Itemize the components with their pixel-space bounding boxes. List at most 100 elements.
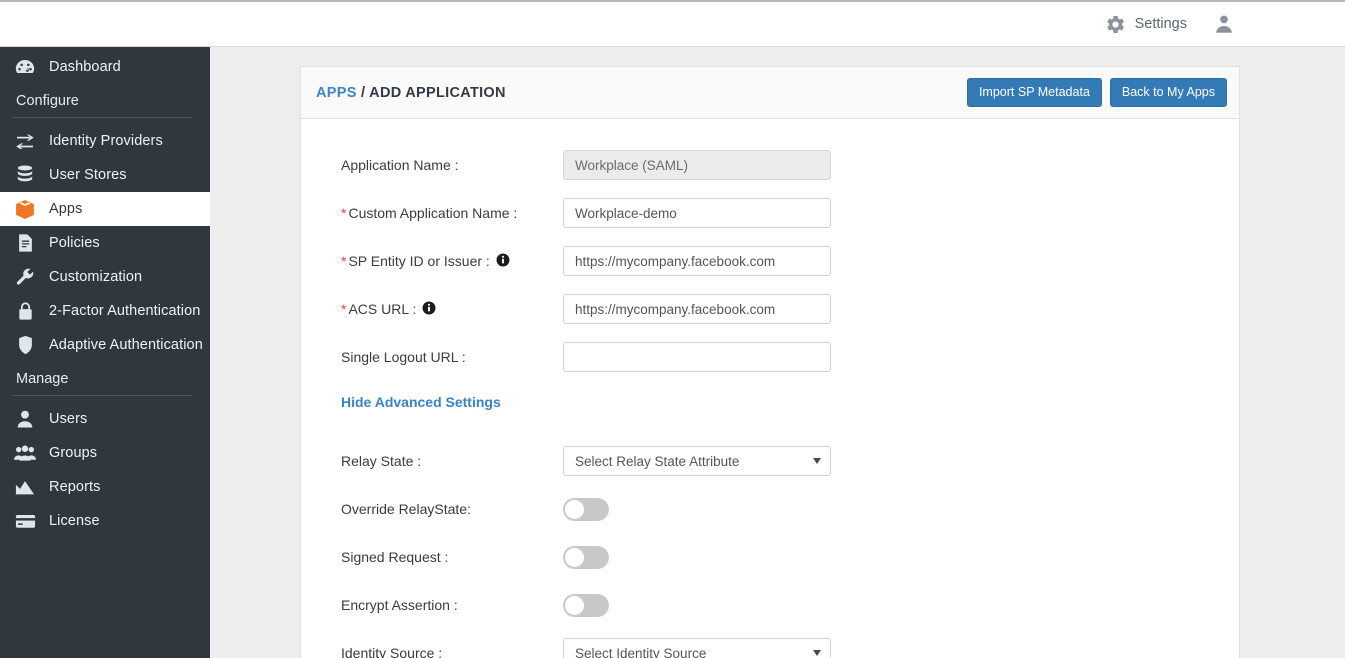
- label-encrypt-assertion: Encrypt Assertion :: [341, 597, 563, 613]
- custom-application-name-label-text: Custom Application Name :: [348, 205, 517, 221]
- sidebar-item-dashboard[interactable]: Dashboard: [0, 50, 210, 84]
- sidebar-divider-manage: [12, 395, 192, 396]
- sidebar-item-reports[interactable]: Reports: [0, 470, 210, 504]
- settings-button[interactable]: Settings: [1105, 14, 1187, 35]
- form-row-custom-application-name: * Custom Application Name :: [301, 189, 1239, 237]
- breadcrumb-apps-link[interactable]: APPS: [316, 85, 357, 101]
- sidebar-item-label: Customization: [49, 269, 142, 285]
- lock-icon: [14, 301, 36, 321]
- sidebar-item-groups[interactable]: Groups: [0, 436, 210, 470]
- sidebar-item-label: Adaptive Authentication: [49, 337, 203, 353]
- add-application-panel: APPS / ADD APPLICATION Import SP Metadat…: [300, 66, 1240, 658]
- page-root: Settings Dashboard Configure: [0, 0, 1345, 658]
- settings-label: Settings: [1135, 16, 1187, 32]
- identity-source-label-text: Identity Source :: [341, 645, 442, 658]
- sp-entity-id-label-text: SP Entity ID or Issuer :: [348, 253, 489, 269]
- header-actions: Settings: [1105, 13, 1345, 35]
- hide-advanced-settings-link[interactable]: Hide Advanced Settings: [341, 394, 501, 410]
- sidebar-item-label: Users: [49, 411, 87, 427]
- gear-icon: [1105, 14, 1126, 35]
- sidebar-item-label: License: [49, 513, 100, 529]
- breadcrumb: APPS / ADD APPLICATION: [316, 85, 506, 101]
- sidebar-divider-configure: [12, 117, 192, 118]
- sidebar-item-label: Groups: [49, 445, 97, 461]
- sidebar-item-customization[interactable]: Customization: [0, 260, 210, 294]
- control-single-logout-url: [563, 342, 831, 372]
- label-acs-url: * ACS URL :: [341, 301, 563, 318]
- toggle-knob: [565, 500, 584, 519]
- form-spacer: [301, 423, 1239, 437]
- control-application-name: [563, 150, 831, 180]
- sidebar-item-user-stores[interactable]: User Stores: [0, 158, 210, 192]
- identity-source-selected-value: Select Identity Source: [575, 646, 706, 658]
- breadcrumb-separator: /: [361, 85, 365, 101]
- info-icon[interactable]: [422, 301, 436, 318]
- chart-icon: [14, 477, 36, 497]
- sidebar-item-label: Policies: [49, 235, 100, 251]
- control-signed-request: [563, 546, 831, 569]
- control-override-relaystate: [563, 498, 831, 521]
- single-logout-url-input[interactable]: [563, 342, 831, 372]
- form-row-single-logout-url: Single Logout URL :: [301, 333, 1239, 381]
- acs-url-input[interactable]: [563, 294, 831, 324]
- required-asterisk: *: [341, 301, 346, 317]
- import-sp-metadata-button[interactable]: Import SP Metadata: [967, 78, 1102, 108]
- label-custom-application-name: * Custom Application Name :: [341, 205, 563, 221]
- custom-application-name-input[interactable]: [563, 198, 831, 228]
- relay-state-select[interactable]: Select Relay State Attribute: [563, 446, 831, 476]
- sidebar-item-policies[interactable]: Policies: [0, 226, 210, 260]
- sidebar-item-identity-providers[interactable]: Identity Providers: [0, 124, 210, 158]
- encrypt-assertion-toggle[interactable]: [563, 594, 609, 617]
- control-encrypt-assertion: [563, 594, 831, 617]
- identity-source-select[interactable]: Select Identity Source: [563, 638, 831, 658]
- sidebar-item-license[interactable]: License: [0, 504, 210, 538]
- main-content: APPS / ADD APPLICATION Import SP Metadat…: [210, 47, 1345, 658]
- label-identity-source: Identity Source :: [341, 645, 563, 658]
- shield-icon: [14, 335, 36, 355]
- card-icon: [14, 511, 36, 531]
- advanced-settings-row: Hide Advanced Settings: [301, 381, 1239, 423]
- form-row-application-name: Application Name :: [301, 141, 1239, 189]
- sidebar-item-2-factor-authentication[interactable]: 2-Factor Authentication: [0, 294, 210, 328]
- breadcrumb-current: ADD APPLICATION: [369, 85, 506, 101]
- sidebar-section-manage: Manage: [0, 362, 210, 395]
- label-application-name: Application Name :: [341, 157, 563, 173]
- required-asterisk: *: [341, 253, 346, 269]
- sidebar-item-apps[interactable]: Apps: [0, 192, 210, 226]
- application-name-input[interactable]: [563, 150, 831, 180]
- label-signed-request: Signed Request :: [341, 549, 563, 565]
- sidebar-item-users[interactable]: Users: [0, 402, 210, 436]
- relay-state-label-text: Relay State :: [341, 453, 421, 469]
- form-row-encrypt-assertion: Encrypt Assertion :: [301, 581, 1239, 629]
- panel-header: APPS / ADD APPLICATION Import SP Metadat…: [301, 67, 1239, 119]
- add-application-form: Application Name : * Custom Application …: [301, 119, 1239, 658]
- override-relaystate-toggle[interactable]: [563, 498, 609, 521]
- acs-url-label-text: ACS URL :: [348, 301, 416, 317]
- signed-request-label-text: Signed Request :: [341, 549, 448, 565]
- back-to-my-apps-button[interactable]: Back to My Apps: [1110, 78, 1227, 108]
- top-header-bar: Settings: [0, 0, 1345, 47]
- database-icon: [14, 165, 36, 185]
- form-row-override-relaystate: Override RelayState:: [301, 485, 1239, 533]
- info-icon[interactable]: [496, 253, 510, 270]
- user-avatar-icon[interactable]: [1213, 13, 1235, 35]
- control-identity-source: Select Identity Source: [563, 638, 831, 658]
- sp-entity-id-input[interactable]: [563, 246, 831, 276]
- form-row-identity-source: Identity Source : Select Identity Source: [301, 629, 1239, 658]
- sidebar-item-adaptive-authentication[interactable]: Adaptive Authentication: [0, 328, 210, 362]
- label-relay-state: Relay State :: [341, 453, 563, 469]
- signed-request-toggle[interactable]: [563, 546, 609, 569]
- form-row-acs-url: * ACS URL :: [301, 285, 1239, 333]
- apps-box-icon: [14, 199, 36, 219]
- chevron-down-icon: [813, 458, 821, 464]
- form-row-signed-request: Signed Request :: [301, 533, 1239, 581]
- sidebar-item-label: Dashboard: [49, 59, 121, 75]
- label-sp-entity-id: * SP Entity ID or Issuer :: [341, 253, 563, 270]
- application-name-label-text: Application Name :: [341, 157, 459, 173]
- label-single-logout-url: Single Logout URL :: [341, 349, 563, 365]
- control-acs-url: [563, 294, 831, 324]
- panel-header-buttons: Import SP Metadata Back to My Apps: [967, 78, 1227, 108]
- toggle-knob: [565, 596, 584, 615]
- form-row-sp-entity-id: * SP Entity ID or Issuer :: [301, 237, 1239, 285]
- sidebar-item-label: Apps: [49, 201, 82, 217]
